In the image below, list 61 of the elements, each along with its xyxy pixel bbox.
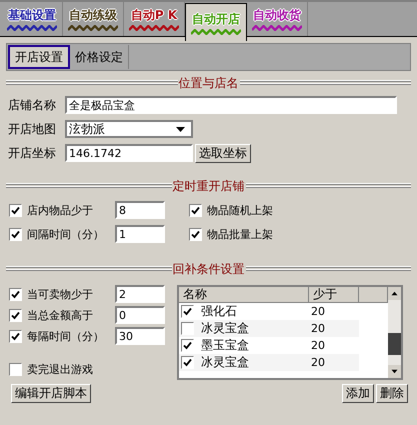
number-field[interactable]: 0 — [115, 306, 165, 324]
pick-coordinate-button[interactable]: 选取坐标 — [195, 144, 251, 162]
option-label: 当可卖物少于 — [27, 286, 94, 302]
checkbox[interactable] — [9, 288, 22, 300]
table-cell-text: 冰灵宝盒 — [201, 354, 250, 371]
field-label: 开店坐标 — [8, 144, 57, 162]
option-label: 物品批量上架 — [207, 226, 274, 242]
edit-script-button[interactable]: 编辑开店脚本 — [11, 384, 91, 403]
checkbox[interactable] — [181, 356, 194, 369]
table-cell: 20 — [311, 305, 325, 318]
scroll-up-icon[interactable] — [388, 287, 401, 300]
column-header[interactable]: 名称 — [179, 287, 309, 303]
table-cell-text: 墨玉宝盒 — [201, 337, 250, 354]
option-label: 每隔时间（分） — [27, 328, 105, 344]
field-label: 店铺名称 — [8, 96, 57, 114]
checkbox[interactable] — [9, 204, 22, 216]
number-field[interactable]: 30 — [115, 327, 165, 345]
map-dropdown[interactable]: 泫勃派 — [65, 120, 193, 138]
checkbox[interactable] — [189, 204, 202, 216]
checkbox[interactable] — [181, 322, 194, 335]
tab[interactable]: 基础设置 — [2, 2, 63, 36]
dropdown-arrow-icon — [176, 126, 185, 132]
option-label: 物品随机上架 — [207, 202, 274, 218]
shop-name-field[interactable]: 全是极品宝盒 — [65, 96, 397, 114]
checkbox[interactable] — [9, 362, 22, 376]
field-label: 开店地图 — [8, 120, 57, 138]
number-field[interactable]: 1 — [115, 225, 165, 243]
subtab[interactable]: 开店设置 — [8, 45, 70, 69]
checkbox[interactable] — [181, 305, 194, 318]
wave-icon — [7, 25, 57, 31]
option-label: 店内物品少于 — [27, 202, 94, 218]
checkbox[interactable] — [189, 228, 202, 240]
number-field[interactable]: 2 — [115, 285, 165, 303]
wave-icon — [191, 28, 241, 34]
add-button[interactable]: 添加 — [342, 384, 374, 403]
table-cell: 20 — [311, 339, 325, 352]
table-cell: 20 — [311, 322, 325, 335]
column-header[interactable]: 少于 — [309, 287, 359, 303]
checkbox[interactable] — [9, 330, 22, 342]
wave-icon — [129, 25, 179, 31]
checkbox[interactable] — [9, 228, 22, 240]
number-field[interactable]: 8 — [115, 201, 165, 219]
scrollbar[interactable] — [388, 287, 401, 378]
coordinate-field[interactable]: 146.1742 — [65, 144, 193, 162]
delete-button[interactable]: 删除 — [376, 384, 408, 403]
section-title: 定时重开店铺 — [172, 178, 246, 194]
wave-icon — [68, 25, 118, 31]
checkbox[interactable] — [181, 339, 194, 352]
option-label: 当总金额高于 — [27, 308, 94, 322]
subtab[interactable]: 价格设定 — [70, 45, 129, 69]
tab[interactable]: 自动练级 — [63, 2, 124, 36]
scroll-down-icon[interactable] — [388, 365, 401, 378]
option-label: 间隔时间（分） — [27, 226, 105, 242]
table-cell-text: 强化石 — [201, 303, 238, 320]
checkbox[interactable] — [9, 308, 22, 322]
section-title: 位置与店名 — [178, 74, 240, 92]
table-cell-text: 冰灵宝盒 — [201, 320, 250, 337]
section-title: 回补条件设置 — [172, 260, 246, 278]
option-label: 卖完退出游戏 — [27, 362, 94, 376]
table-cell: 20 — [311, 356, 325, 369]
wave-icon — [252, 25, 302, 31]
